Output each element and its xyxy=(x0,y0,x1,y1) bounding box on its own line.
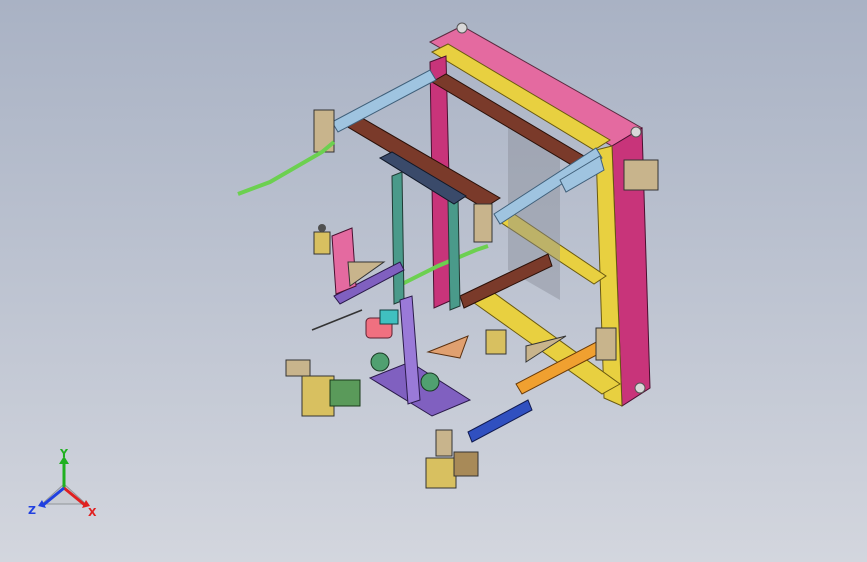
cad-viewport[interactable]: Y X Z xyxy=(0,0,867,562)
bolt xyxy=(634,382,646,394)
z-axis-label: Z xyxy=(28,504,36,517)
bracket-mid[interactable] xyxy=(473,203,493,243)
blue-arm-top[interactable] xyxy=(331,69,437,133)
green-motor-2[interactable] xyxy=(420,372,440,392)
bracket-right[interactable] xyxy=(623,159,659,191)
green-motor[interactable] xyxy=(370,352,390,372)
clamp-right[interactable] xyxy=(485,329,507,355)
brown-bar-mid[interactable] xyxy=(344,117,501,209)
y-axis-label: Y xyxy=(59,448,69,460)
teal-column-right[interactable] xyxy=(447,195,461,311)
salmon-cone[interactable] xyxy=(426,335,469,359)
x-axis-label: X xyxy=(88,506,97,519)
bolt xyxy=(630,126,642,138)
teal-column-left[interactable] xyxy=(391,171,405,305)
assembly-model[interactable] xyxy=(0,0,867,562)
bracket-lower-right[interactable] xyxy=(595,327,617,361)
cyan-cylinder[interactable] xyxy=(379,309,399,325)
clamp-left[interactable] xyxy=(285,359,361,417)
blue-bottom-bar[interactable] xyxy=(467,399,533,443)
bolt xyxy=(456,22,468,34)
purple-base[interactable] xyxy=(368,361,472,417)
clamp-upper-left[interactable] xyxy=(313,224,331,255)
pin-rod xyxy=(311,309,363,331)
view-triad[interactable]: Y X Z xyxy=(26,448,102,524)
